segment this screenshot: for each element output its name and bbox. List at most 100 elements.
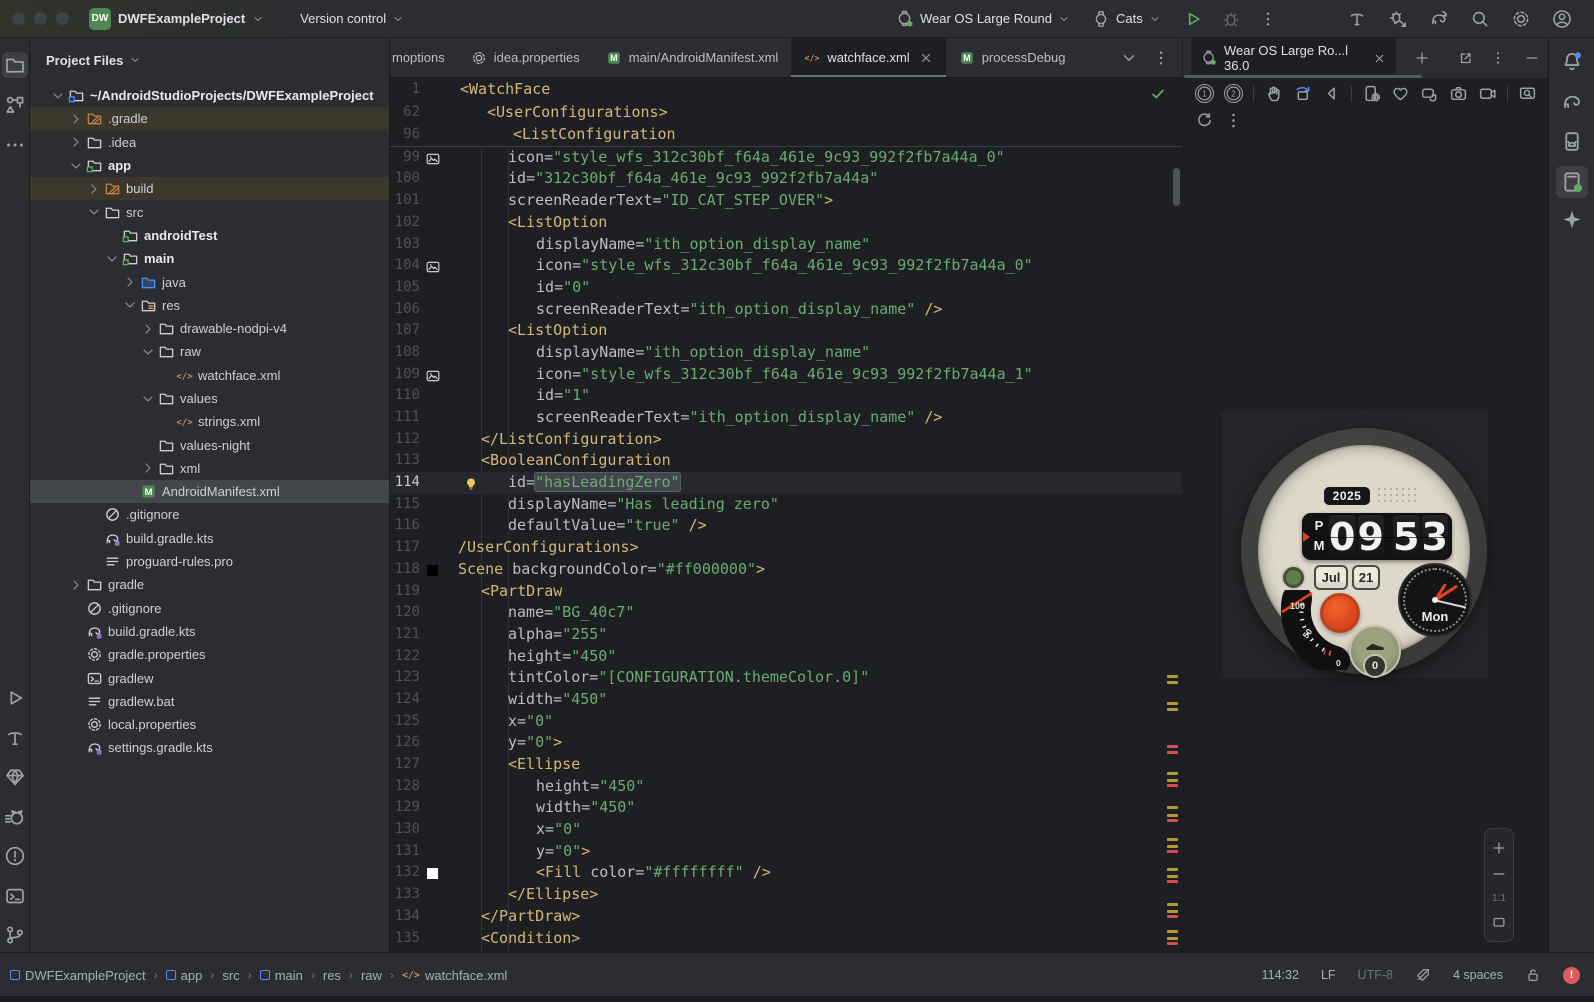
- tree-chevron-open-icon[interactable]: [86, 204, 102, 220]
- error-stripe-mark[interactable]: [1167, 910, 1178, 913]
- device-toolbar-video-icon[interactable]: [1478, 84, 1497, 103]
- code-line-127[interactable]: 127 <Ellipse: [390, 754, 1182, 776]
- run-configuration-selector[interactable]: Cats: [1092, 10, 1161, 28]
- tree-item-androidtest[interactable]: androidTest: [30, 224, 389, 247]
- device-toolbar-back-icon[interactable]: [1322, 84, 1341, 103]
- indent-widget[interactable]: 4 spaces: [1453, 968, 1503, 982]
- error-stripe-mark[interactable]: [1167, 675, 1178, 678]
- error-stripe-mark[interactable]: [1167, 875, 1178, 878]
- tool-rail-gradle-elephant-icon[interactable]: [1560, 90, 1583, 113]
- code-line-120[interactable]: 120 name="BG_40c7": [390, 602, 1182, 624]
- tree-item-.gitignore[interactable]: .gitignore: [30, 597, 389, 620]
- error-stripe-mark[interactable]: [1167, 819, 1178, 822]
- tool-rail-bell-icon[interactable]: [1560, 50, 1583, 73]
- tab-options-icon[interactable]: [1152, 49, 1170, 67]
- tree-chevron-closed-icon[interactable]: [68, 577, 84, 593]
- close-window-button[interactable]: [12, 12, 25, 25]
- tool-rail-folder-tool-icon[interactable]: [1, 52, 28, 78]
- tool-rail-gem-icon[interactable]: [4, 766, 26, 788]
- breadcrumb-item-app[interactable]: app: [165, 968, 202, 983]
- tree-item-xml[interactable]: xml: [30, 457, 389, 480]
- device-toolbar-rotate-icon[interactable]: [1293, 84, 1312, 103]
- code-line-118[interactable]: 118 Scene backgroundColor="#ff000000">: [390, 559, 1182, 581]
- tree-item-proguard-rules.pro[interactable]: proguard-rules.pro: [30, 550, 389, 573]
- code-line-110[interactable]: 110 id="1": [390, 385, 1182, 407]
- run-button[interactable]: [1183, 9, 1203, 29]
- code-line-1[interactable]: 1 <WatchFace: [390, 78, 1182, 101]
- tree-item-.gradle[interactable]: .gradle: [30, 107, 389, 131]
- error-stripe-mark[interactable]: [1167, 779, 1178, 782]
- breadcrumb-item-raw[interactable]: raw: [361, 968, 382, 983]
- tool-rail-more-h-icon[interactable]: [4, 134, 26, 156]
- tree-chevron-open-icon[interactable]: [50, 88, 66, 104]
- tool-rail-terminal-icon[interactable]: [4, 885, 26, 907]
- error-stripe-mark[interactable]: [1167, 880, 1178, 883]
- zoom-actual-size-button[interactable]: 1:1: [1492, 893, 1506, 904]
- tree-item-main[interactable]: main: [30, 247, 389, 270]
- tree-chevron-closed-icon[interactable]: [68, 111, 84, 127]
- tree-item-build.gradle.kts[interactable]: build.gradle.kts: [30, 527, 389, 550]
- line-separator-widget[interactable]: LF: [1321, 968, 1336, 982]
- tab-main-androidmanifest.xml[interactable]: Mmain/AndroidManifest.xml: [593, 38, 792, 77]
- open-in-window-icon[interactable]: [1458, 50, 1474, 66]
- device-toolbar-kebab-v-icon[interactable]: [1224, 111, 1243, 130]
- inspections-ok-icon[interactable]: [1150, 86, 1166, 102]
- tool-rail-device-manager-icon[interactable]: [1560, 130, 1583, 153]
- code-line-105[interactable]: 105 id="0": [390, 277, 1182, 299]
- code-line-130[interactable]: 130 x="0": [390, 819, 1182, 841]
- tree-item-androidmanifest.xml[interactable]: M AndroidManifest.xml: [30, 480, 389, 504]
- tool-rail-sparkle-icon[interactable]: [1560, 208, 1583, 231]
- close-icon[interactable]: [1373, 52, 1386, 65]
- code-line-135[interactable]: 135 <Condition>: [390, 928, 1182, 950]
- device-toolbar-camera-icon[interactable]: [1449, 84, 1468, 103]
- tree-item-build[interactable]: build: [30, 177, 389, 201]
- tree-item-strings.xml[interactable]: </> strings.xml: [30, 410, 389, 433]
- tree-item-java[interactable]: java: [30, 270, 389, 293]
- breadcrumb-item-src[interactable]: src: [222, 968, 239, 983]
- tree-item-gradle.properties[interactable]: gradle.properties: [30, 643, 389, 666]
- account-icon[interactable]: [1552, 9, 1572, 29]
- code-line-125[interactable]: 125 x="0": [390, 711, 1182, 733]
- breadcrumb-item-dwfexampleproject[interactable]: DWFExampleProject: [10, 968, 146, 983]
- error-stripe-mark[interactable]: [1167, 806, 1178, 809]
- code-line-108[interactable]: 108 displayName="ith_option_display_name": [390, 342, 1182, 364]
- code-line-96[interactable]: 96 <ListConfiguration: [390, 123, 1182, 146]
- code-line-102[interactable]: 102 <ListOption: [390, 212, 1182, 234]
- code-line-112[interactable]: 112 </ListConfiguration>: [390, 429, 1182, 451]
- tree-item-gradlew.bat[interactable]: gradlew.bat: [30, 690, 389, 713]
- code-line-134[interactable]: 134 </PartDraw>: [390, 906, 1182, 928]
- tree-item-androidstudioprojectsdwfexampleproject[interactable]: ~/AndroidStudioProjects/DWFExampleProjec…: [30, 84, 389, 107]
- code-line-103[interactable]: 103 displayName="ith_option_display_name": [390, 234, 1182, 256]
- tree-item-res[interactable]: res: [30, 294, 389, 317]
- code-line-62[interactable]: 62 <UserConfigurations>: [390, 101, 1182, 124]
- device-toolbar-device-gear-icon[interactable]: [1362, 84, 1381, 103]
- device-tab[interactable]: Wear OS Large Ro...l 36.0: [1191, 38, 1396, 78]
- more-run-options-icon[interactable]: [1259, 10, 1277, 28]
- tree-chevron-open-icon[interactable]: [140, 391, 156, 407]
- code-line-131[interactable]: 131 y="0">: [390, 841, 1182, 863]
- code-line-117[interactable]: 117/UserConfigurations>: [390, 537, 1182, 559]
- error-stripe-mark[interactable]: [1167, 845, 1178, 848]
- error-stripe-mark[interactable]: [1167, 937, 1178, 940]
- editor-scrollbar[interactable]: [1173, 168, 1180, 206]
- tree-item-settings.gradle.kts[interactable]: settings.gradle.kts: [30, 736, 389, 759]
- code-line-100[interactable]: 100 id="312c30bf_f64a_461e_9c93_992f2fb7a…: [390, 168, 1182, 190]
- code-line-133[interactable]: 133 </Ellipse>: [390, 884, 1182, 906]
- tree-item-build.gradle.kts[interactable]: build.gradle.kts: [30, 620, 389, 643]
- error-stripe-mark[interactable]: [1167, 708, 1178, 711]
- code-line-107[interactable]: 107 <ListOption: [390, 320, 1182, 342]
- code-line-129[interactable]: 129 width="450": [390, 797, 1182, 819]
- tree-chevron-closed-icon[interactable]: [140, 460, 156, 476]
- code-line-123[interactable]: 123 tintColor="[CONFIGURATION.themeColor.…: [390, 667, 1182, 689]
- tree-chevron-open-icon[interactable]: [104, 251, 120, 267]
- tool-rail-play-outline-icon[interactable]: [4, 687, 26, 709]
- tab-processdebug[interactable]: MprocessDebug: [946, 38, 1079, 77]
- panel-options-icon[interactable]: [1490, 50, 1506, 66]
- tab-list-icon[interactable]: [1120, 49, 1138, 67]
- error-stripe-mark[interactable]: [1167, 838, 1178, 841]
- tree-chevron-closed-icon[interactable]: [86, 181, 102, 197]
- drawable-gutter-icon[interactable]: [426, 259, 440, 273]
- drawable-gutter-icon[interactable]: [426, 368, 440, 382]
- error-stripe-mark[interactable]: [1167, 915, 1178, 918]
- breadcrumb-item-watchface.xml[interactable]: </> watchface.xml: [402, 968, 507, 983]
